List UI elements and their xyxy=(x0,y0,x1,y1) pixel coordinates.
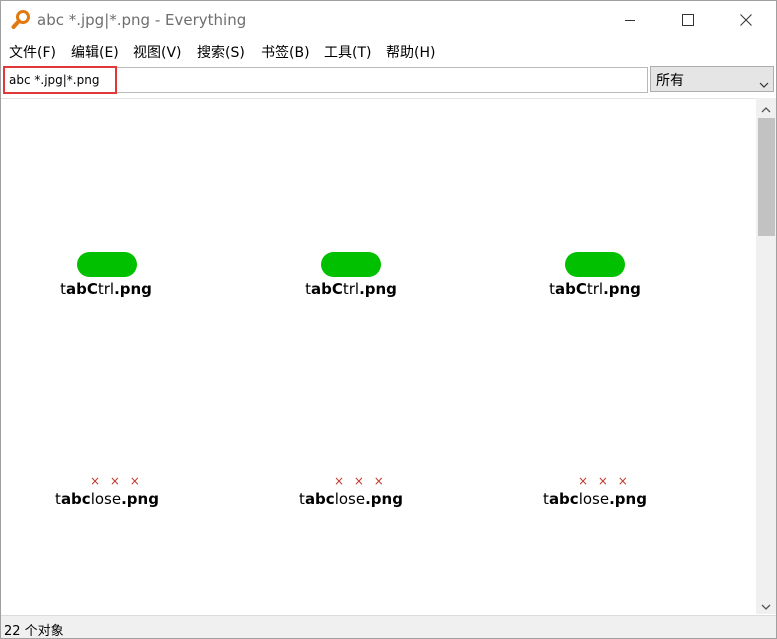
everything-window: abc *.jpg|*.png - Everything 文件(F) 编辑(E)… xyxy=(0,0,777,639)
menu-bar: 文件(F) 编辑(E) 视图(V) 搜索(S) 书签(B) 工具(T) 帮助(H… xyxy=(1,40,776,62)
result-filename: tabclose.png xyxy=(55,490,159,508)
result-filename: tabclose.png xyxy=(299,490,403,508)
result-filename: tabCtrl.png xyxy=(549,280,641,298)
status-bar: 22 个对象 xyxy=(1,615,776,639)
menu-edit[interactable]: 编辑(E) xyxy=(71,42,119,62)
green-pill-thumbnail xyxy=(321,252,381,277)
minimize-icon xyxy=(624,11,636,30)
title-bar[interactable]: abc *.jpg|*.png - Everything xyxy=(1,1,776,39)
green-pill-thumbnail xyxy=(565,252,625,277)
filter-selected-label: 所有 xyxy=(656,73,684,89)
close-x-thumbnail: × × × xyxy=(90,474,143,488)
search-input[interactable] xyxy=(4,67,648,93)
menu-file[interactable]: 文件(F) xyxy=(9,42,56,62)
chevron-down-icon xyxy=(761,596,771,615)
menu-help[interactable]: 帮助(H) xyxy=(386,42,435,62)
maximize-icon xyxy=(682,11,694,30)
close-button[interactable] xyxy=(717,1,775,39)
menu-search[interactable]: 搜索(S) xyxy=(197,42,245,62)
menu-view[interactable]: 视图(V) xyxy=(133,42,182,62)
scroll-down-button[interactable] xyxy=(756,596,776,614)
menu-bookmarks[interactable]: 书签(B) xyxy=(261,42,310,62)
minimize-button[interactable] xyxy=(601,1,659,39)
menu-tools[interactable]: 工具(T) xyxy=(324,42,371,62)
window-title: abc *.jpg|*.png - Everything xyxy=(37,11,247,29)
green-pill-thumbnail xyxy=(77,252,137,277)
chevron-down-icon xyxy=(759,74,769,93)
scrollbar-thumb[interactable] xyxy=(758,118,775,236)
result-filename: tabCtrl.png xyxy=(305,280,397,298)
scroll-up-button[interactable] xyxy=(756,98,776,116)
result-filename: tabCtrl.png xyxy=(60,280,152,298)
results-thumbnail-view: tabCtrl.png tabCtrl.png tabCtrl.png × × … xyxy=(1,98,756,615)
magnifier-app-icon xyxy=(11,10,31,30)
vertical-scrollbar[interactable] xyxy=(756,98,776,614)
filter-dropdown[interactable]: 所有 xyxy=(650,66,774,92)
chevron-up-icon xyxy=(761,98,771,117)
close-x-thumbnail: × × × xyxy=(334,474,387,488)
close-x-thumbnail: × × × xyxy=(578,474,631,488)
object-count: 22 个对象 xyxy=(4,624,64,639)
maximize-button[interactable] xyxy=(659,1,717,39)
search-toolbar: 所有 xyxy=(1,63,776,97)
close-icon xyxy=(740,11,752,30)
result-filename: tabclose.png xyxy=(543,490,647,508)
